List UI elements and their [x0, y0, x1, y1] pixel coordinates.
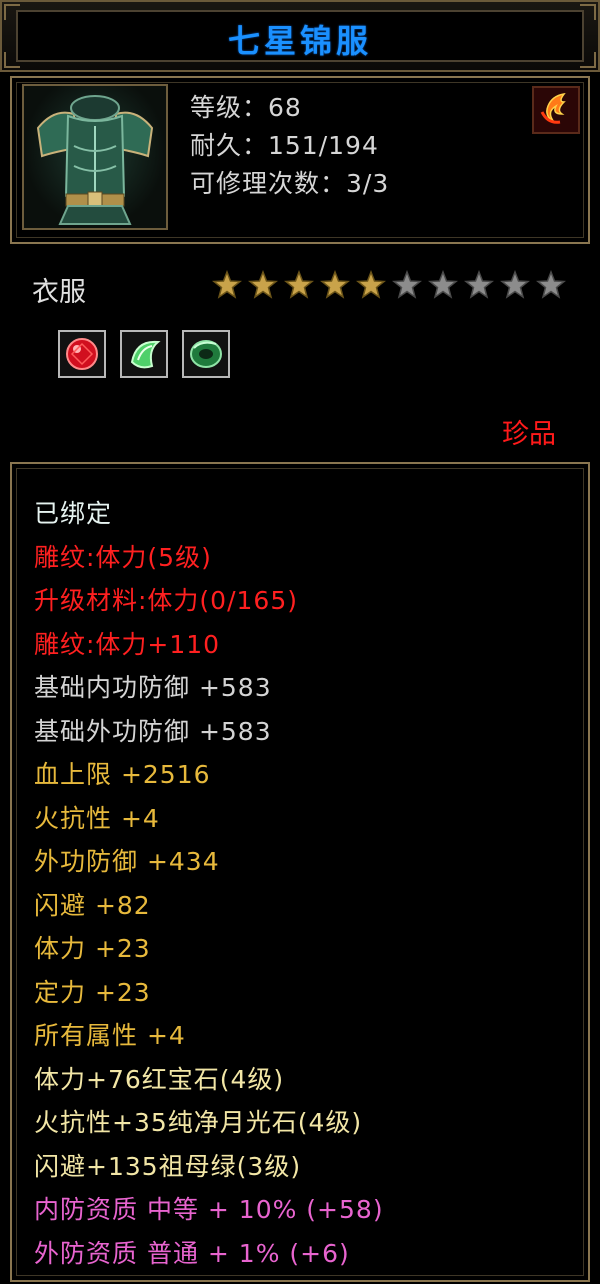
emerald-gem-icon[interactable] [182, 330, 230, 378]
moonstone-gem-icon[interactable] [120, 330, 168, 378]
attribute-line: 血上限 +2516 [34, 760, 211, 789]
attribute-line: 雕纹:体力+110 [34, 629, 221, 659]
star-filled-icon [355, 269, 387, 300]
fire-element-icon [532, 86, 580, 134]
star-empty-icon [427, 269, 459, 300]
attribute-line: 闪避+135祖母绿(3级) [34, 1151, 302, 1181]
attribute-line: 已绑定 [34, 499, 113, 528]
attribute-line: 火抗性 +4 [34, 803, 160, 833]
attribute-line: 体力+76红宝石(4级) [34, 1064, 285, 1094]
star-filled-icon [319, 269, 351, 300]
item-repair-count: 可修理次数：3/3 [190, 169, 390, 198]
attribute-line: 基础内功防御 +583 [34, 673, 272, 702]
star-empty-icon [535, 269, 567, 300]
item-durability: 耐久：151/194 [190, 131, 379, 160]
armor-icon[interactable] [22, 84, 168, 230]
attribute-line: 外功防御 +434 [34, 847, 220, 876]
attribute-line: 体力 +23 [34, 934, 151, 963]
attribute-line: 内防资质 中等 + 10% (+58) [34, 1195, 384, 1224]
attribute-line: 基础外功防御 +583 [34, 716, 272, 746]
star-empty-icon [391, 269, 423, 300]
rarity-label: 珍品 [502, 419, 556, 450]
item-level: 等级：68 [190, 93, 302, 122]
attribute-line: 升级材料:体力(0/165) [34, 586, 298, 615]
attribute-line: 闪避 +82 [34, 890, 151, 920]
attribute-line: 定力 +23 [34, 977, 151, 1007]
star-empty-icon [499, 269, 531, 300]
attribute-line: 所有属性 +4 [34, 1021, 186, 1050]
star-empty-icon [463, 269, 495, 300]
star-filled-icon [247, 269, 279, 300]
item-info-panel: 等级：68 耐久：151/194 可修理次数：3/3 [10, 76, 590, 244]
attribute-line: 外防资质 普通 + 1% (+6) [34, 1238, 350, 1268]
attribute-panel: 已绑定雕纹:体力(5级) 升级材料:体力(0/165) 雕纹:体力+110 基础内功防… [10, 462, 590, 1282]
item-type-label: 衣服 [32, 277, 86, 308]
star-filled-icon [211, 269, 243, 300]
attribute-line: 火抗性+35纯净月光石(4级) [34, 1108, 363, 1137]
attribute-line: 雕纹:体力(5级) [34, 542, 212, 572]
star-filled-icon [283, 269, 315, 300]
title-bar: 七星锦服 [0, 0, 600, 72]
ruby-gem-icon[interactable] [58, 330, 106, 378]
item-title: 七星锦服 [227, 22, 372, 60]
